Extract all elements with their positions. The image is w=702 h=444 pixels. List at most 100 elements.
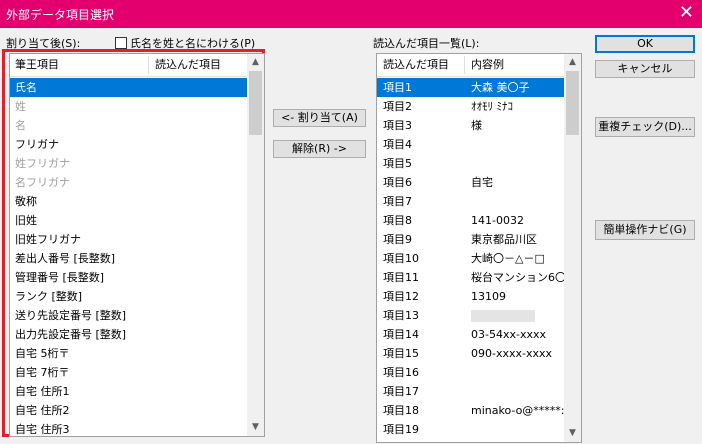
list-item[interactable]: 項目17 [377, 382, 564, 401]
column-header-fudeo-field[interactable]: 筆王項目 [15, 54, 59, 76]
list-item[interactable]: 項目14 03-54xx-xxxx [377, 325, 564, 344]
item-name: 項目4 [383, 138, 412, 151]
list-item[interactable]: 項目6 自宅 [377, 173, 564, 192]
list-item[interactable]: 名 [10, 116, 247, 135]
close-icon[interactable]: ✕ [679, 3, 694, 23]
list-item[interactable]: 項目11 桜台マンション6〇 [377, 268, 566, 287]
list-rows: 氏名姓名フリガナ 姓フリガナ 名フリガナ 敬称 旧姓 旧姓フリガナ 差出人番号 [長整数] 管… [10, 78, 247, 436]
item-name: 項目17 [383, 385, 419, 398]
list-item[interactable]: 項目18 minako-o@*****: [377, 401, 565, 420]
scroll-thumb[interactable] [566, 71, 579, 135]
assigned-field-list[interactable]: 筆王項目 読込んだ項目 氏名姓名フリガナ 姓フリガナ 名フリガナ 敬称 旧姓 旧姓フリガナ… [9, 53, 265, 437]
field-name: 管理番号 [長整数] [15, 271, 105, 284]
list-item[interactable]: 敬称 [10, 192, 247, 211]
list-header: 筆王項目 読込んだ項目 [10, 54, 247, 77]
list-item[interactable]: 項目15 090-xxxx-xxxx [377, 344, 564, 363]
list-item[interactable]: 項目5 [377, 154, 564, 173]
item-name: 項目2 [383, 100, 412, 113]
window-title: 外部データ項目選択 [6, 8, 115, 22]
list-item[interactable]: 旧姓フリガナ [10, 230, 247, 249]
field-name: 旧姓フリガナ [15, 233, 81, 246]
list-item[interactable]: 差出人番号 [長整数] [10, 249, 247, 268]
loaded-items-list[interactable]: 読込んだ項目 内容例 項目1 大森 美〇子項目2 ｵｵﾓﾘ ﾐﾅｺ 項目3 様項目4 項目… [376, 53, 582, 443]
list-item[interactable]: 項目10 大崎〇－△－□ [377, 249, 564, 268]
field-name: 出力先設定番号 [整数] [15, 328, 127, 341]
list-item[interactable]: 氏名 [10, 78, 247, 97]
list-item[interactable]: 姓フリガナ [10, 154, 247, 173]
item-name: 項目12 [383, 290, 419, 303]
list-item[interactable]: ランク [整数] [10, 287, 247, 306]
column-header-loaded-item[interactable]: 読込んだ項目 [155, 54, 221, 76]
field-name: 送り先設定番号 [整数] [15, 309, 127, 322]
list-item[interactable]: 自宅 5桁〒 [10, 344, 247, 363]
field-name: ランク [整数] [15, 290, 83, 303]
item-name: 項目19 [383, 423, 419, 436]
scroll-up-icon[interactable]: ▲ [564, 54, 581, 71]
field-name: 姓フリガナ [15, 157, 70, 170]
item-example: ｵｵﾓﾘ ﾐﾅｺ [471, 100, 513, 113]
masked-value [471, 310, 535, 322]
list-item[interactable]: 項目16 [377, 363, 564, 382]
field-name: 名 [15, 119, 26, 132]
column-header-loaded-item[interactable]: 読込んだ項目 [383, 54, 449, 76]
list-item[interactable]: 項目12 13109 [377, 287, 564, 306]
list-item[interactable]: 出力先設定番号 [整数] [10, 325, 247, 344]
scroll-up-icon[interactable]: ▲ [247, 54, 264, 71]
item-name: 項目7 [383, 195, 412, 208]
field-name: 旧姓 [15, 214, 37, 227]
cancel-button[interactable]: キャンセル [595, 60, 695, 78]
unassign-button[interactable]: 解除(R) -> [273, 140, 366, 158]
scroll-thumb[interactable] [249, 71, 262, 135]
list-item[interactable]: 項目2 ｵｵﾓﾘ ﾐﾅｺ [377, 97, 564, 116]
list-item[interactable]: フリガナ [10, 135, 247, 154]
column-header-example[interactable]: 内容例 [471, 54, 504, 76]
list-item[interactable]: 項目1 大森 美〇子 [377, 78, 564, 97]
list-item[interactable]: 送り先設定番号 [整数] [10, 306, 247, 325]
item-example: 様 [471, 119, 482, 132]
field-name: 自宅 住所2 [15, 404, 70, 417]
checkbox-box[interactable] [115, 37, 127, 49]
field-name: 自宅 住所3 [15, 423, 70, 436]
list-item[interactable]: 自宅 住所2 [10, 401, 247, 420]
duplicate-check-button[interactable]: 重複チェック(D)... [595, 117, 695, 137]
item-name: 項目5 [383, 157, 412, 170]
item-name: 項目11 [383, 271, 419, 284]
list-item[interactable]: 姓 [10, 97, 247, 116]
field-name: フリガナ [15, 138, 59, 151]
scroll-down-icon[interactable]: ▼ [564, 425, 581, 442]
list-item[interactable]: 項目3 様 [377, 116, 564, 135]
item-name: 項目9 [383, 233, 412, 246]
list-header: 読込んだ項目 内容例 [377, 54, 564, 77]
list-item[interactable]: 項目19 [377, 420, 564, 439]
item-example: minako-o@*****: [471, 404, 565, 417]
ok-button[interactable]: OK [595, 35, 695, 53]
list-item[interactable]: 項目7 [377, 192, 564, 211]
vertical-scrollbar[interactable]: ▲ ▼ [564, 54, 581, 442]
list-item[interactable]: 自宅 住所1 [10, 382, 247, 401]
list-item[interactable]: 旧姓 [10, 211, 247, 230]
assign-button[interactable]: <- 割り当て(A) [273, 109, 366, 127]
item-name: 項目3 [383, 119, 412, 132]
item-example: 03-54xx-xxxx [471, 328, 546, 341]
field-name: 自宅 7桁〒 [15, 366, 70, 379]
list-item[interactable]: 項目8 141-0032 [377, 211, 564, 230]
list-item[interactable]: 自宅 住所3 [10, 420, 247, 436]
item-name: 項目1 [383, 81, 412, 94]
field-name: 敬称 [15, 195, 37, 208]
item-name: 項目13 [383, 309, 419, 322]
vertical-scrollbar[interactable]: ▲ ▼ [247, 54, 264, 436]
column-divider [148, 56, 149, 74]
list-item[interactable]: 項目13 [377, 306, 564, 325]
item-example: 大崎〇－△－□ [471, 252, 545, 265]
list-item[interactable]: 項目9 東京都品川区 [377, 230, 564, 249]
item-example: 大森 美〇子 [471, 81, 530, 94]
title-bar: 外部データ項目選択 ✕ [0, 0, 702, 28]
loaded-items-label: 読込んだ項目一覧(L): [373, 37, 480, 50]
list-item[interactable]: 名フリガナ [10, 173, 247, 192]
easy-navi-button[interactable]: 簡単操作ナビ(G) [595, 220, 695, 240]
list-item[interactable]: 項目4 [377, 135, 564, 154]
scroll-down-icon[interactable]: ▼ [247, 419, 264, 436]
item-example: 13109 [471, 290, 506, 303]
list-item[interactable]: 管理番号 [長整数] [10, 268, 247, 287]
list-item[interactable]: 自宅 7桁〒 [10, 363, 247, 382]
